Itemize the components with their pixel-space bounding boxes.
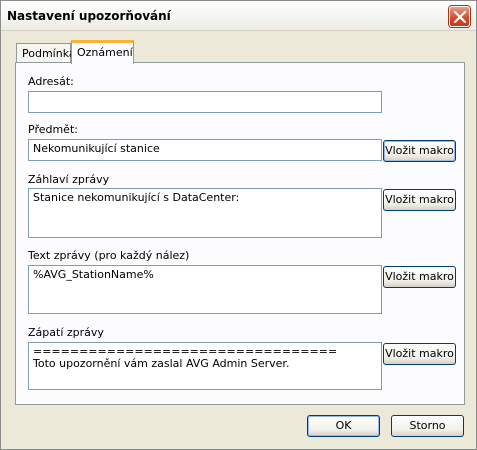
title-bar[interactable]: Nastavení upozorňování bbox=[1, 1, 476, 31]
dialog-window: Nastavení upozorňování Podmínka Oznámení… bbox=[0, 0, 477, 450]
close-button[interactable] bbox=[449, 6, 470, 27]
recipient-field[interactable] bbox=[28, 91, 382, 113]
window-title: Nastavení upozorňování bbox=[7, 9, 171, 23]
tab-oznameni[interactable]: Oznámení bbox=[71, 40, 134, 64]
tab-label: Oznámení bbox=[77, 46, 133, 59]
insert-macro-header-button[interactable]: Vložit makro bbox=[383, 189, 456, 211]
recipient-label: Adresát: bbox=[28, 75, 74, 88]
header-field[interactable]: Stanice nekomunikující s DataCenter: bbox=[28, 188, 382, 238]
header-label: Záhlaví zprávy bbox=[28, 173, 110, 186]
tab-label: Podmínka bbox=[22, 47, 76, 60]
subject-field[interactable]: Nekomunikující stanice bbox=[28, 139, 382, 161]
close-icon bbox=[454, 11, 466, 23]
body-field[interactable]: %AVG_StationName% bbox=[28, 265, 382, 314]
tab-podminka[interactable]: Podmínka bbox=[16, 43, 76, 63]
insert-macro-footer-button[interactable]: Vložit makro bbox=[383, 343, 456, 365]
cancel-button[interactable]: Storno bbox=[391, 415, 464, 437]
subject-label: Předmět: bbox=[28, 123, 78, 136]
insert-macro-body-button[interactable]: Vložit makro bbox=[383, 266, 456, 288]
footer-field[interactable]: ================================= Toto u… bbox=[28, 342, 382, 390]
insert-macro-subject-button[interactable]: Vložit makro bbox=[383, 140, 456, 162]
footer-label: Zápatí zprávy bbox=[28, 326, 104, 339]
ok-button[interactable]: OK bbox=[307, 415, 380, 437]
body-label: Text zprávy (pro každý nález) bbox=[28, 249, 190, 262]
